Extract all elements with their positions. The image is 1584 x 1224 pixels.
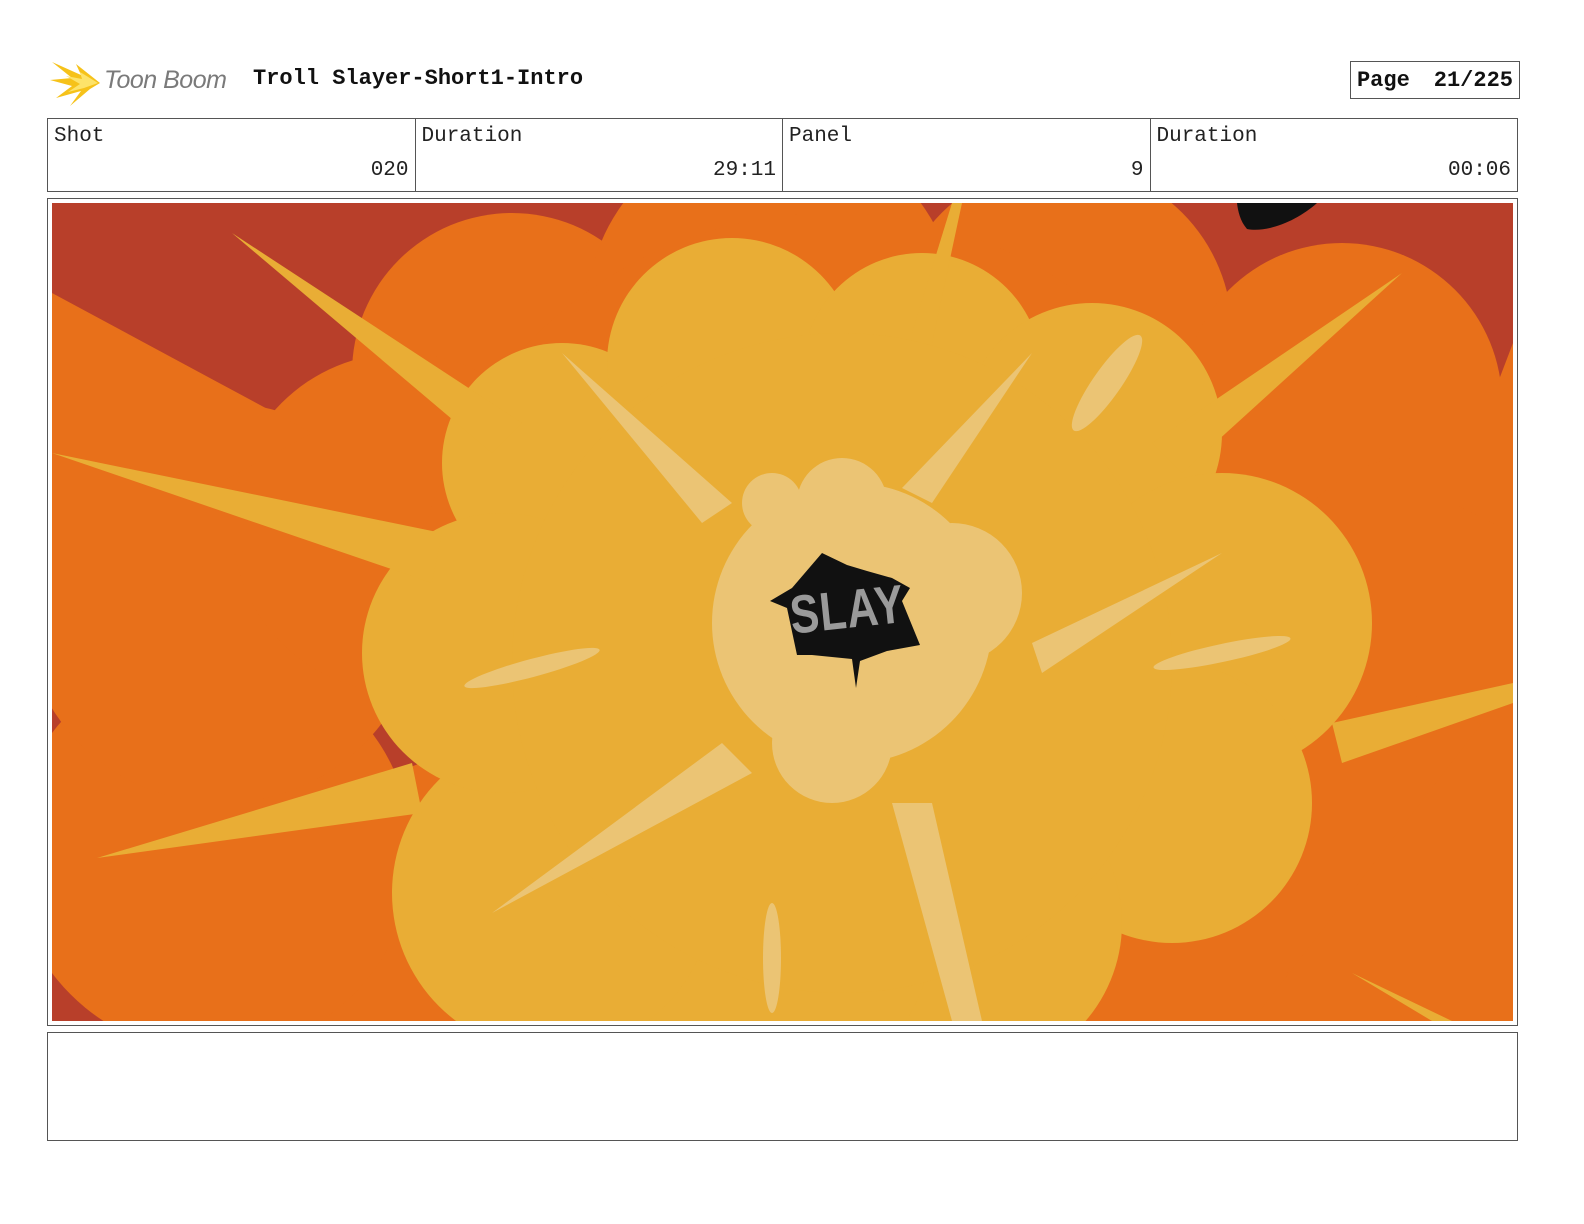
shot-info-table: Shot 020 Duration 29:11 Panel 9 Duration… [47, 118, 1518, 192]
shot-duration-label: Duration [421, 125, 523, 148]
panel-image[interactable]: SLAY [52, 203, 1513, 1021]
shot-duration-value: 29:11 [712, 159, 776, 182]
page-indicator: Page 21/225 [1349, 61, 1520, 99]
page-header: Toon Boom Troll Slayer-Short1-Intro Page… [48, 52, 1520, 108]
panel-duration-value: 00:06 [1447, 159, 1511, 182]
sound-effect-text: SLAY [787, 574, 908, 646]
shot-duration-cell: Duration 29:11 [416, 119, 783, 191]
notes-text [48, 1033, 1517, 1049]
page-label: Page [1356, 67, 1410, 93]
shot-label: Shot [54, 125, 105, 148]
panel-value: 9 [1130, 159, 1144, 182]
starburst-icon [50, 62, 100, 106]
panel-duration-label: Duration [1156, 125, 1258, 148]
panel-cell: Panel 9 [783, 119, 1151, 191]
storyboard-panel-frame: SLAY [47, 198, 1518, 1026]
panel-label: Panel [789, 125, 853, 148]
toon-boom-logo: Toon Boom [48, 56, 238, 108]
panel-notes-box[interactable] [47, 1032, 1518, 1141]
panel-duration-cell: Duration 00:06 [1151, 119, 1518, 191]
page-number: 21/225 [1433, 67, 1513, 93]
explosion-artwork [52, 203, 1513, 1021]
logo-text: Toon Boom [104, 66, 227, 94]
shot-cell: Shot 020 [48, 119, 416, 191]
project-title: Troll Slayer-Short1-Intro [253, 66, 584, 91]
shot-value: 020 [370, 159, 409, 182]
